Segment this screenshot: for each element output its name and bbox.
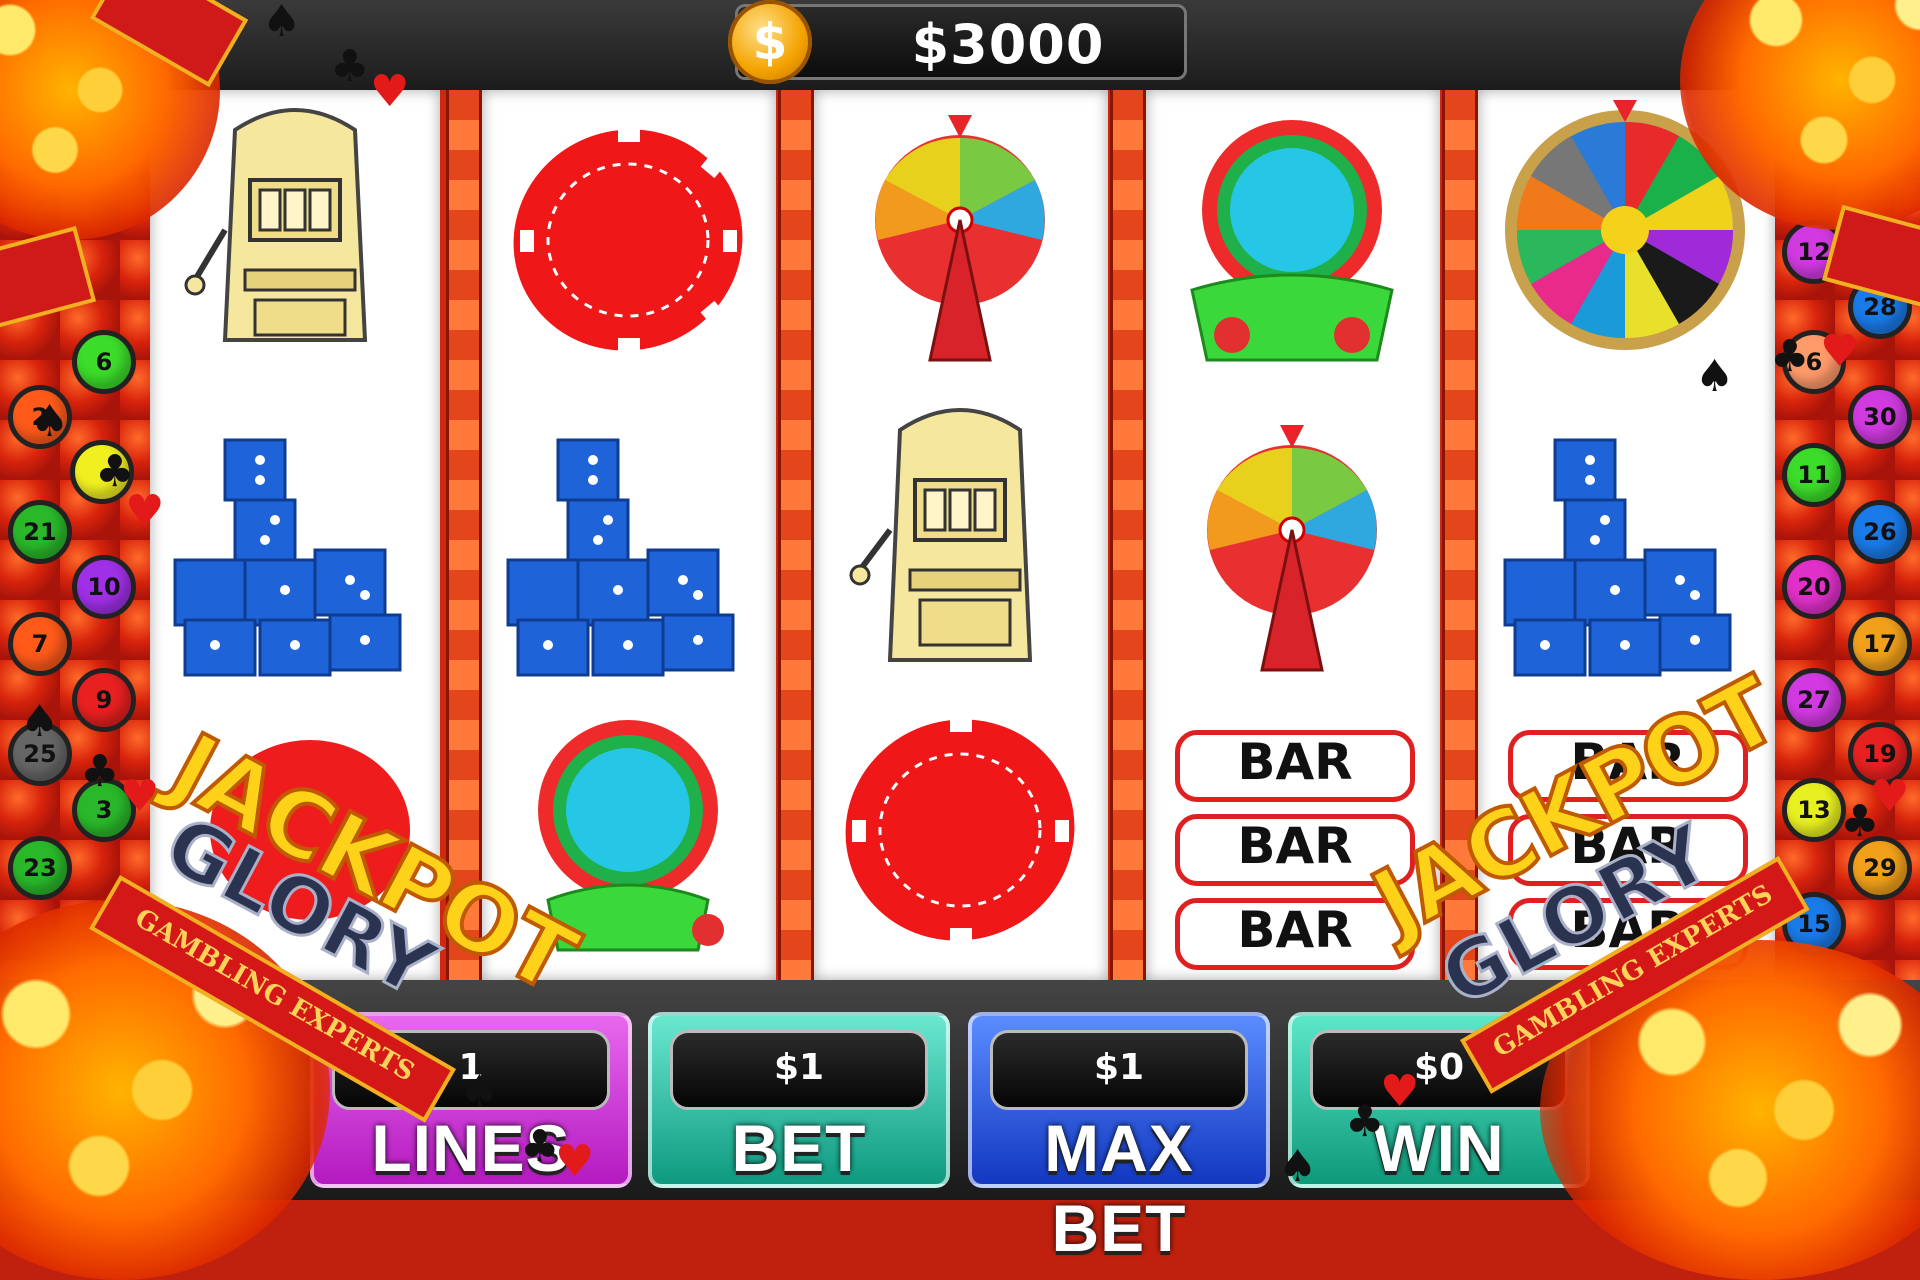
heart-icon: ♥ <box>120 771 160 822</box>
spade-icon: ♠ <box>30 396 70 447</box>
bet-label: BET <box>731 1111 867 1185</box>
number-ball: 6 <box>72 330 136 394</box>
max-bet-button[interactable]: $1 MAX BET <box>968 1012 1270 1265</box>
slot-machine-icon <box>849 408 1033 662</box>
heart-icon: ♥ <box>125 486 165 537</box>
number-ball: 27 <box>1782 668 1846 732</box>
number-ball: 11 <box>1782 443 1846 507</box>
spade-icon: ♠ <box>1695 351 1735 402</box>
number-ball: 20 <box>1782 555 1846 619</box>
dice-stack-icon <box>173 438 402 677</box>
heart-icon: ♥ <box>1820 326 1860 377</box>
number-ball: 13 <box>1782 778 1846 842</box>
reel-divider <box>778 90 814 980</box>
spade-icon: ♠ <box>262 0 302 47</box>
number-ball: 21 <box>8 500 72 564</box>
game-logo-left: JACKPOT GLORY GAMBLING EXPERTS <box>89 700 593 1123</box>
number-ball: 10 <box>72 555 136 619</box>
number-ball: 30 <box>1848 385 1912 449</box>
bet-value: $1 <box>670 1030 928 1110</box>
prize-wheel-icon <box>875 115 1045 362</box>
club-icon: ♣ <box>1345 1096 1385 1147</box>
dice-stack-icon <box>506 438 735 677</box>
spade-icon: ♠ <box>20 696 60 747</box>
poker-chip-icon <box>845 718 1075 942</box>
club-icon: ♣ <box>330 41 370 92</box>
reel-divider <box>1110 90 1146 980</box>
max-bet-label: MAX BET <box>1044 1111 1194 1265</box>
dollar-coin-icon: $ <box>728 0 812 84</box>
number-ball: 17 <box>1848 612 1912 676</box>
club-icon: ♣ <box>520 1121 560 1172</box>
club-icon: ♣ <box>1770 331 1810 382</box>
number-ball: 7 <box>8 612 72 676</box>
max-bet-value: $1 <box>990 1030 1248 1110</box>
number-ball: 23 <box>8 836 72 900</box>
heart-icon: ♥ <box>1870 771 1910 822</box>
spade-icon: ♠ <box>460 1066 500 1117</box>
number-ball: 9 <box>72 668 136 732</box>
heart-icon: ♥ <box>370 66 410 117</box>
heart-icon: ♥ <box>1380 1066 1420 1117</box>
balance-amount: $3000 <box>911 13 1105 76</box>
poker-chip-icon <box>513 128 743 352</box>
spade-icon: ♠ <box>1278 1141 1318 1192</box>
dice-stack-icon <box>1503 438 1732 677</box>
prize-wheel-icon <box>1207 425 1377 672</box>
heart-icon: ♥ <box>555 1136 595 1187</box>
bonus-wheel-icon <box>1190 120 1394 362</box>
number-ball: 26 <box>1848 500 1912 564</box>
bet-button[interactable]: $1 BET <box>648 1012 950 1188</box>
game-logo-right: JACKPOT GLORY GAMBLING EXPERTS <box>1340 655 1810 1094</box>
club-icon: ♣ <box>80 746 120 797</box>
